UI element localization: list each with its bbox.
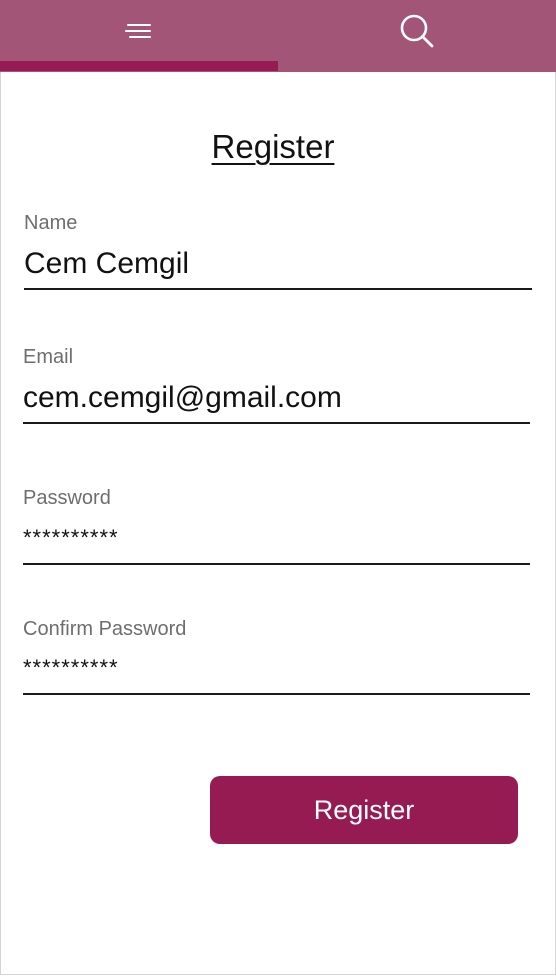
password-input[interactable]: ********** — [23, 525, 119, 551]
name-input[interactable]: Cem Cemgil — [24, 247, 189, 281]
register-button[interactable]: Register — [210, 776, 518, 844]
tab-search[interactable] — [278, 0, 556, 72]
name-underline — [24, 288, 532, 290]
email-input[interactable]: cem.cemgil@gmail.com — [23, 381, 342, 415]
confirm-password-label: Confirm Password — [23, 618, 187, 640]
password-underline — [23, 563, 530, 565]
confirm-password-input[interactable]: ********** — [23, 655, 119, 681]
top-tab-bar — [0, 0, 556, 72]
confirm-password-underline — [23, 693, 530, 695]
page-title: Register — [211, 128, 335, 165]
password-label: Password — [23, 487, 111, 509]
name-label: Name — [24, 212, 78, 234]
active-tab-indicator — [0, 61, 278, 71]
search-icon — [400, 14, 434, 48]
email-underline — [23, 422, 530, 424]
menu-icon — [124, 20, 154, 42]
email-label: Email — [23, 346, 74, 368]
